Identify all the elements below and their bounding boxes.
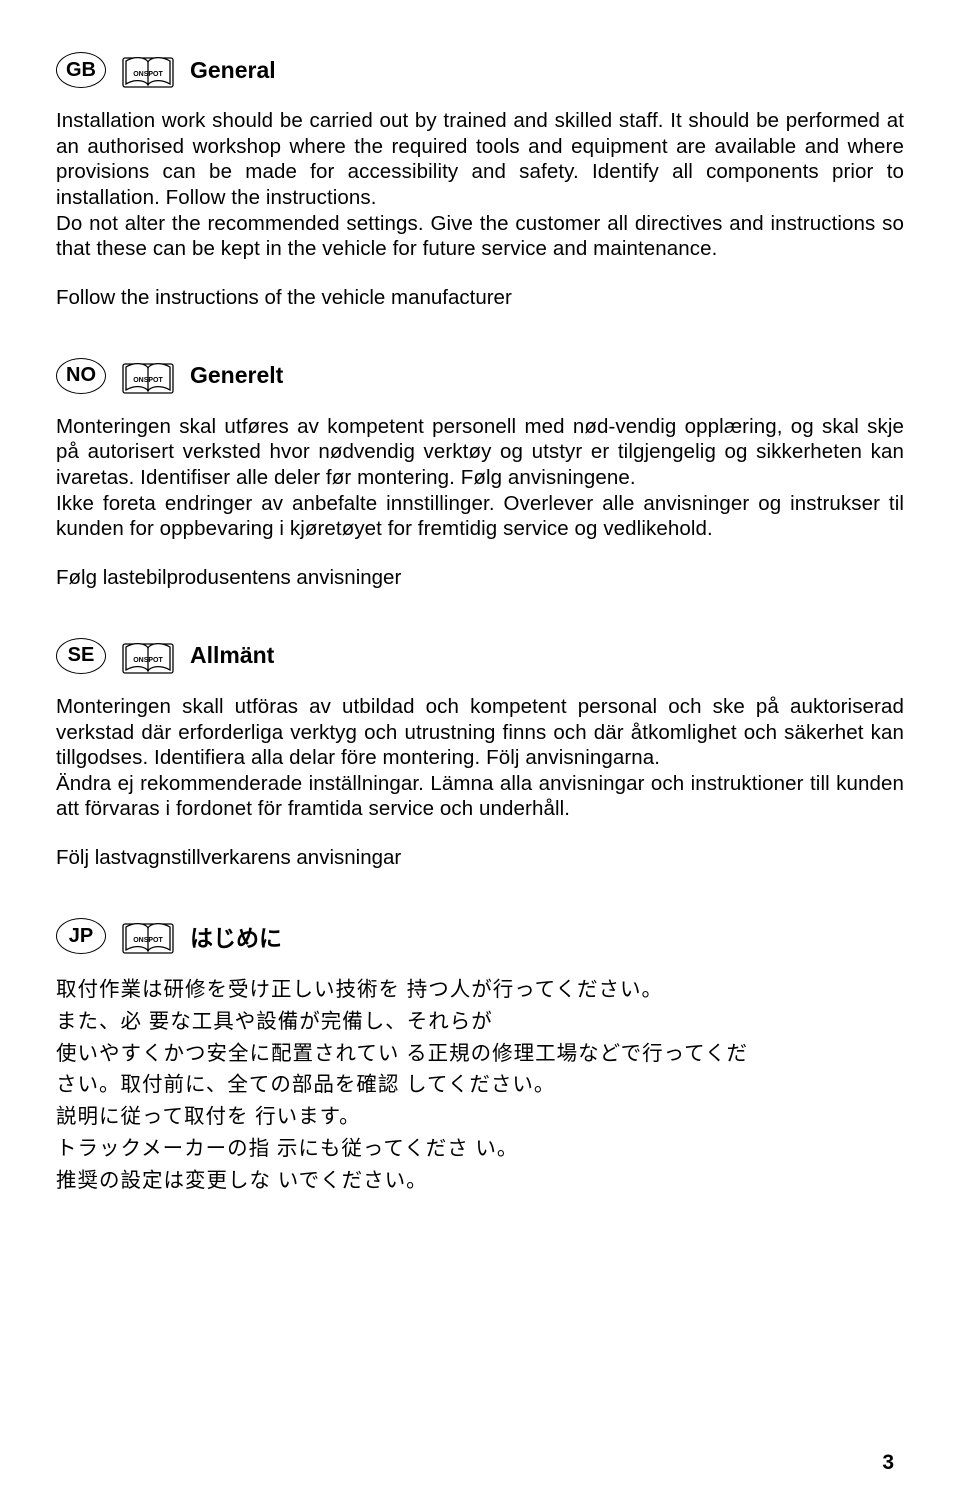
section-header: SE ONSPOT Allmänt bbox=[56, 638, 904, 674]
section-title-se: Allmänt bbox=[190, 642, 274, 669]
section-no: NO ONSPOT Generelt Monteringen skal utfø… bbox=[56, 358, 904, 590]
brand-text: ONSPOT bbox=[133, 71, 163, 78]
section-gb: GB ONSPOT General Installation work shou… bbox=[56, 52, 904, 310]
section-title-jp: はじめに bbox=[190, 919, 282, 953]
page-number: 3 bbox=[882, 1451, 894, 1475]
lang-badge-no: NO bbox=[56, 358, 106, 394]
follow-line-no: Følg lastebilprodusentens anvisninger bbox=[56, 566, 904, 590]
section-se: SE ONSPOT Allmänt Monteringen skall utfö… bbox=[56, 638, 904, 870]
book-icon: ONSPOT bbox=[122, 52, 174, 88]
lang-badge-gb: GB bbox=[56, 52, 106, 88]
body-text-se: Monteringen skall utföras av utbildad oc… bbox=[56, 694, 904, 822]
section-jp: JP ONSPOT はじめに 取付作業は研修を受け正しい技術を 持つ人が行ってく… bbox=[56, 918, 904, 1196]
svg-text:ONSPOT: ONSPOT bbox=[133, 377, 163, 384]
follow-line-se: Följ lastvagnstillverkarens anvisningar bbox=[56, 846, 904, 870]
body-text-no: Monteringen skal utføres av kompetent pe… bbox=[56, 414, 904, 542]
body-text-jp: 取付作業は研修を受け正しい技術を 持つ人が行ってください。 また、必 要な工具や… bbox=[56, 974, 904, 1196]
book-icon: ONSPOT bbox=[122, 358, 174, 394]
lang-badge-jp: JP bbox=[56, 918, 106, 954]
follow-line-gb: Follow the instructions of the vehicle m… bbox=[56, 286, 904, 310]
section-header: NO ONSPOT Generelt bbox=[56, 358, 904, 394]
section-title-gb: General bbox=[190, 57, 276, 84]
book-icon: ONSPOT bbox=[122, 918, 174, 954]
lang-badge-se: SE bbox=[56, 638, 106, 674]
body-text-gb: Installation work should be carried out … bbox=[56, 108, 904, 262]
section-title-no: Generelt bbox=[190, 362, 283, 389]
svg-text:ONSPOT: ONSPOT bbox=[133, 657, 163, 664]
svg-text:ONSPOT: ONSPOT bbox=[133, 937, 163, 944]
book-icon: ONSPOT bbox=[122, 638, 174, 674]
section-header: JP ONSPOT はじめに bbox=[56, 918, 904, 954]
section-header: GB ONSPOT General bbox=[56, 52, 904, 88]
